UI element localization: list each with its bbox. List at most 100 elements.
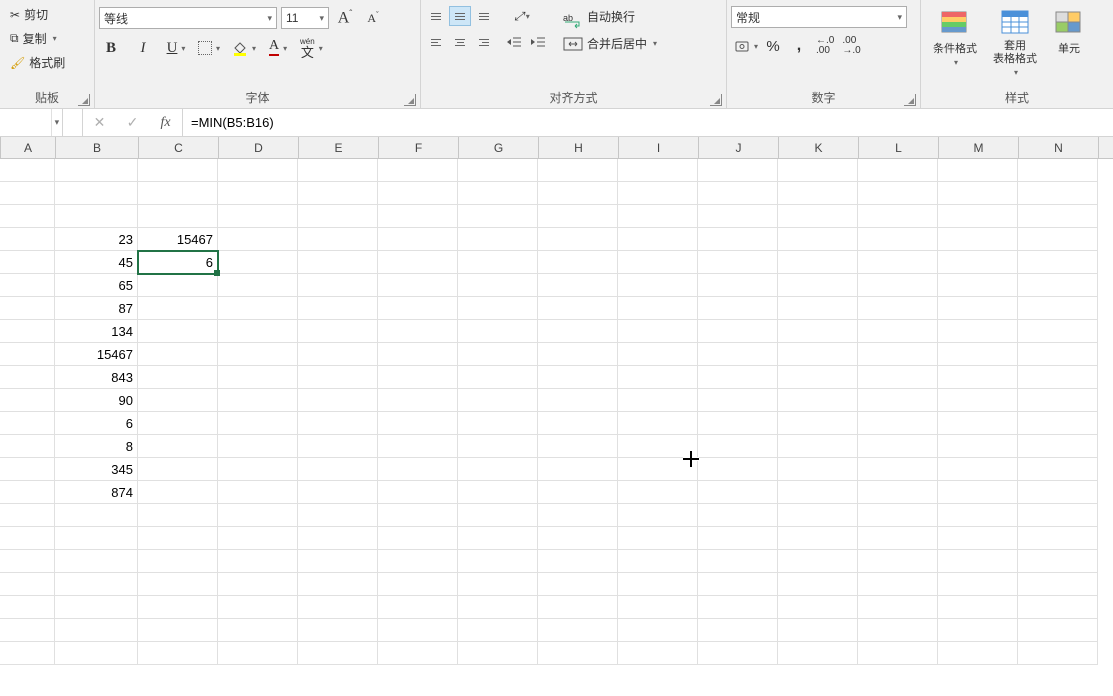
cell[interactable] <box>1018 366 1098 389</box>
dialog-launcher-icon[interactable] <box>710 94 722 106</box>
cell[interactable] <box>1018 481 1098 504</box>
cell[interactable] <box>0 435 55 458</box>
cell[interactable] <box>938 366 1018 389</box>
cell[interactable] <box>298 527 378 550</box>
cell[interactable] <box>778 527 858 550</box>
cell[interactable] <box>298 550 378 573</box>
cell[interactable] <box>218 619 298 642</box>
cell[interactable] <box>378 481 458 504</box>
cell[interactable] <box>698 619 778 642</box>
cell[interactable] <box>698 458 778 481</box>
cell[interactable] <box>698 389 778 412</box>
cell[interactable] <box>218 481 298 504</box>
cell[interactable]: 45 <box>55 251 138 274</box>
cell[interactable] <box>458 389 538 412</box>
cell[interactable] <box>55 596 138 619</box>
cell[interactable] <box>458 550 538 573</box>
cell[interactable] <box>938 619 1018 642</box>
cell[interactable] <box>138 297 218 320</box>
cell[interactable] <box>778 297 858 320</box>
cell[interactable] <box>458 251 538 274</box>
cell[interactable] <box>938 274 1018 297</box>
cell[interactable] <box>698 550 778 573</box>
cell[interactable] <box>618 550 698 573</box>
column-header[interactable]: K <box>779 137 859 158</box>
cell[interactable] <box>378 274 458 297</box>
cell[interactable] <box>298 205 378 228</box>
cell[interactable] <box>938 481 1018 504</box>
cell[interactable] <box>778 458 858 481</box>
font-color-button[interactable]: A ▾ <box>265 36 289 60</box>
column-header[interactable]: E <box>299 137 379 158</box>
cell[interactable]: 65 <box>55 274 138 297</box>
decrease-decimal-button[interactable]: .00→.0 <box>839 34 863 58</box>
cell[interactable] <box>778 228 858 251</box>
cell[interactable] <box>378 435 458 458</box>
number-format-combo[interactable]: 常规 ▾ <box>731 6 907 28</box>
column-header[interactable]: L <box>859 137 939 158</box>
cell[interactable] <box>938 458 1018 481</box>
cell[interactable] <box>55 182 138 205</box>
cell[interactable] <box>378 343 458 366</box>
cell[interactable] <box>138 389 218 412</box>
cell[interactable] <box>698 320 778 343</box>
font-size-combo[interactable]: 11 ▾ <box>281 7 329 29</box>
cell[interactable] <box>938 205 1018 228</box>
cell[interactable] <box>1018 435 1098 458</box>
cell[interactable] <box>858 205 938 228</box>
cell[interactable] <box>55 550 138 573</box>
column-header[interactable]: B <box>56 137 139 158</box>
cell[interactable] <box>0 573 55 596</box>
cell[interactable] <box>538 389 618 412</box>
cell[interactable] <box>55 159 138 182</box>
cell[interactable] <box>538 159 618 182</box>
cell[interactable] <box>1018 389 1098 412</box>
cell[interactable] <box>218 573 298 596</box>
cell[interactable]: 23 <box>55 228 138 251</box>
cell[interactable] <box>218 642 298 665</box>
cell[interactable] <box>138 320 218 343</box>
dialog-launcher-icon[interactable] <box>404 94 416 106</box>
cell[interactable] <box>938 573 1018 596</box>
cell[interactable] <box>378 596 458 619</box>
cell[interactable] <box>858 343 938 366</box>
cell[interactable] <box>378 573 458 596</box>
cell[interactable] <box>778 619 858 642</box>
cell[interactable] <box>1018 251 1098 274</box>
cell[interactable] <box>138 619 218 642</box>
cell[interactable] <box>778 205 858 228</box>
cell-styles-button[interactable]: 单元 <box>1045 2 1093 60</box>
cell[interactable] <box>938 527 1018 550</box>
cell[interactable] <box>378 228 458 251</box>
cell[interactable] <box>538 550 618 573</box>
dialog-launcher-icon[interactable] <box>78 94 90 106</box>
cell[interactable] <box>298 596 378 619</box>
italic-button[interactable]: I <box>131 36 155 60</box>
cell[interactable] <box>458 596 538 619</box>
cell[interactable] <box>938 504 1018 527</box>
cell[interactable] <box>858 481 938 504</box>
cell[interactable] <box>138 458 218 481</box>
cell[interactable] <box>458 481 538 504</box>
cell[interactable] <box>538 573 618 596</box>
format-as-table-button[interactable]: 套用 表格格式 ▾ <box>985 2 1045 81</box>
cell[interactable] <box>698 251 778 274</box>
cell[interactable] <box>1018 205 1098 228</box>
cell[interactable] <box>458 205 538 228</box>
decrease-indent-button[interactable] <box>503 32 525 52</box>
cell[interactable] <box>218 297 298 320</box>
cell[interactable] <box>298 159 378 182</box>
cell[interactable] <box>458 320 538 343</box>
cell[interactable] <box>458 274 538 297</box>
cell[interactable] <box>618 366 698 389</box>
cell[interactable] <box>0 389 55 412</box>
cell[interactable] <box>298 619 378 642</box>
cell[interactable] <box>618 343 698 366</box>
cell[interactable] <box>938 435 1018 458</box>
bold-button[interactable]: B <box>99 36 123 60</box>
cell[interactable]: 134 <box>55 320 138 343</box>
column-header[interactable]: N <box>1019 137 1099 158</box>
cell[interactable] <box>618 412 698 435</box>
cell[interactable] <box>618 251 698 274</box>
cell[interactable] <box>1018 573 1098 596</box>
